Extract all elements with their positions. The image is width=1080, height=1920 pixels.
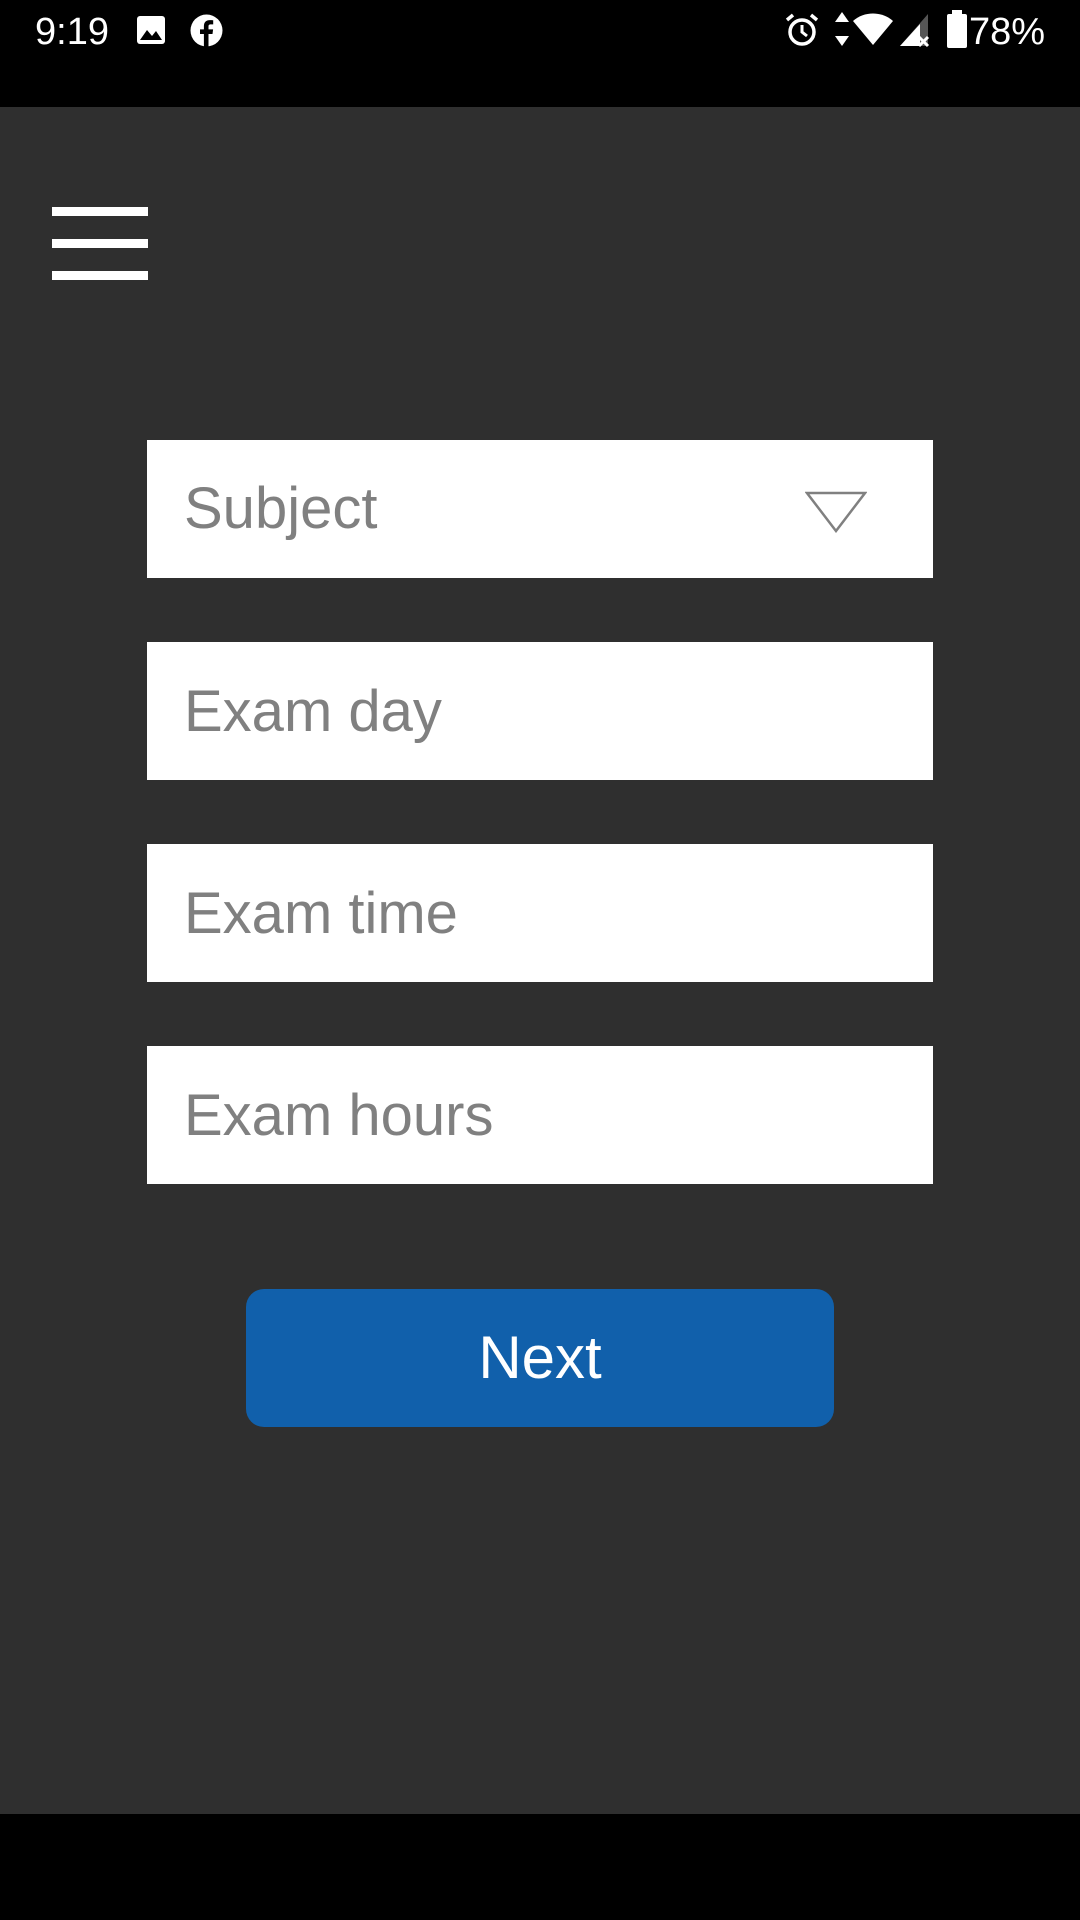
hamburger-menu-icon[interactable] bbox=[52, 207, 148, 283]
subject-dropdown[interactable]: Subject bbox=[147, 440, 933, 578]
status-bar: 9:19 78% bbox=[0, 0, 1080, 107]
wifi-icon bbox=[853, 13, 893, 45]
navigation-bar bbox=[0, 1814, 1080, 1920]
battery-percent: 78% bbox=[968, 11, 1045, 53]
data-arrows-icon bbox=[835, 12, 849, 46]
exam-hours-field bbox=[147, 1046, 933, 1184]
facebook-icon bbox=[190, 14, 223, 47]
subject-selected-value: Subject bbox=[184, 476, 378, 541]
alarm-icon bbox=[785, 13, 819, 46]
battery-icon bbox=[947, 10, 967, 48]
exam-hours-input[interactable] bbox=[147, 1046, 933, 1184]
signal-icon bbox=[900, 14, 930, 48]
exam-day-field bbox=[147, 642, 933, 780]
exam-time-input[interactable] bbox=[147, 844, 933, 982]
status-time: 9:19 bbox=[35, 11, 109, 53]
image-icon bbox=[137, 16, 165, 44]
exam-day-input[interactable] bbox=[147, 642, 933, 780]
exam-time-field bbox=[147, 844, 933, 982]
next-button[interactable]: Next bbox=[246, 1289, 834, 1427]
dropdown-triangle-icon[interactable] bbox=[805, 491, 867, 533]
exam-form-screen: Subject Next bbox=[0, 107, 1080, 1814]
